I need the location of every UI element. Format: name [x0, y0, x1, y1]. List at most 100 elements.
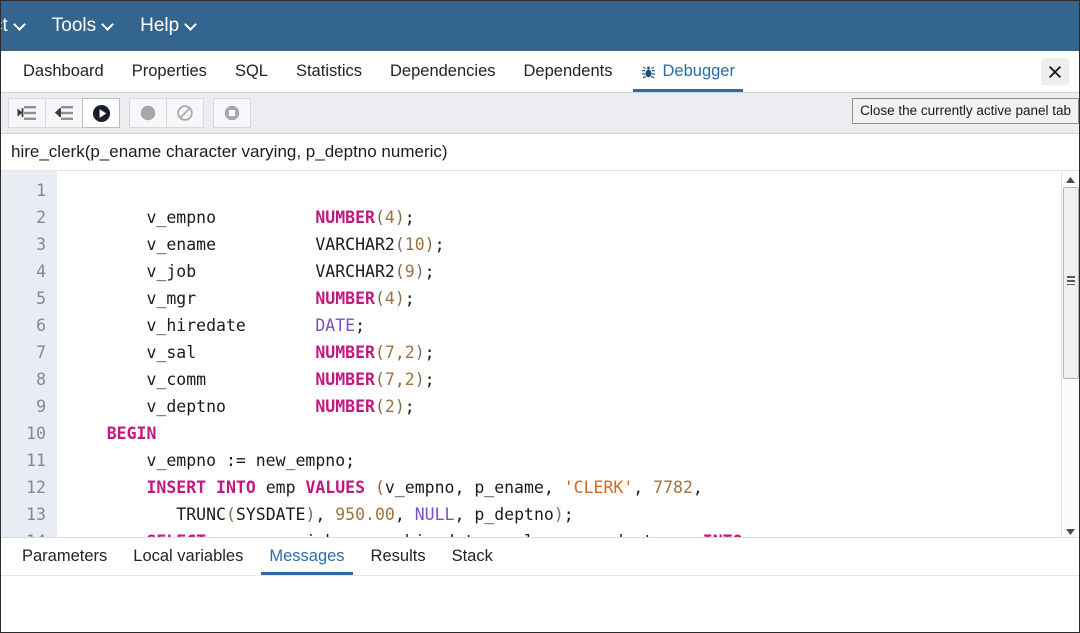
tab-dashboard-label: Dashboard — [23, 62, 104, 81]
tab-properties[interactable]: Properties — [118, 51, 221, 92]
code-token: v_empno, p_ename, — [385, 478, 564, 497]
code-line: v_empno := new_empno; — [67, 447, 1079, 474]
line-number: 8 — [1, 366, 46, 393]
pgadmin-debugger-window: ct Tools Help Dashboard Properties SQL S… — [0, 0, 1080, 633]
messages-output: Inserting employee 8003 ..New salary: 95… — [1, 576, 1079, 633]
chevron-down-icon — [15, 19, 26, 30]
tab-local-variables[interactable]: Local variables — [120, 538, 256, 575]
editor-vertical-scrollbar[interactable] — [1061, 171, 1079, 537]
tab-debugger-label: Debugger — [663, 62, 735, 81]
code-token — [67, 532, 146, 537]
line-number: 9 — [1, 393, 46, 420]
code-editor-panel: 1234567891011121314 v_empno NUMBER(4); v… — [1, 171, 1079, 538]
code-token: VALUES — [305, 478, 365, 497]
line-number: 10 — [1, 420, 46, 447]
scrollbar-grip — [1067, 276, 1075, 285]
line-number: 5 — [1, 285, 46, 312]
code-token: v_hiredate — [67, 316, 315, 335]
line-number: 12 — [1, 474, 46, 501]
code-token: v_ename — [67, 235, 315, 254]
chevron-down-icon — [103, 19, 114, 30]
code-token: ) — [305, 505, 315, 524]
code-token: VARCHAR2 — [315, 235, 394, 254]
code-token: , — [693, 478, 703, 497]
code-line: v_hiredate DATE; — [67, 312, 1079, 339]
code-token: ; — [425, 343, 435, 362]
tab-sql-label: SQL — [235, 62, 268, 81]
code-token: ( — [365, 478, 385, 497]
menu-item-object[interactable]: ct — [0, 11, 39, 41]
tab-dependents[interactable]: Dependents — [510, 51, 627, 92]
code-token: ; — [425, 262, 435, 281]
line-number: 2 — [1, 204, 46, 231]
tab-stack[interactable]: Stack — [439, 538, 506, 575]
code-token: , — [395, 370, 405, 389]
code-token: ( — [375, 343, 385, 362]
line-number: 14 — [1, 528, 46, 538]
tab-sql[interactable]: SQL — [221, 51, 282, 92]
bug-icon — [641, 65, 656, 80]
code-token: , — [395, 343, 405, 362]
code-content[interactable]: v_empno NUMBER(4); v_ename VARCHAR2(10);… — [57, 171, 1079, 537]
code-token: 9 — [405, 262, 415, 281]
code-token: BEGIN — [107, 424, 157, 443]
scrollbar-thumb[interactable] — [1063, 187, 1079, 379]
step-into-button[interactable] — [8, 98, 46, 128]
tab-dependencies[interactable]: Dependencies — [376, 51, 510, 92]
stop-button[interactable] — [213, 98, 251, 128]
close-panel-tab-button[interactable] — [1041, 58, 1069, 85]
tab-statistics[interactable]: Statistics — [282, 51, 376, 92]
menu-item-tools[interactable]: Tools — [39, 11, 127, 41]
code-line: TRUNC(SYSDATE), 950.00, NULL, p_deptno); — [67, 501, 1079, 528]
tab-results-label: Results — [371, 547, 426, 566]
main-menu-bar: ct Tools Help — [1, 1, 1079, 51]
code-token: NUMBER — [315, 370, 375, 389]
line-number: 6 — [1, 312, 46, 339]
code-token: ) — [395, 208, 405, 227]
code-token: ; — [564, 505, 574, 524]
code-token: 7782 — [653, 478, 693, 497]
continue-button[interactable] — [82, 98, 120, 128]
line-number: 13 — [1, 501, 46, 528]
toggle-breakpoint-button[interactable] — [129, 98, 167, 128]
line-number: 1 — [1, 177, 46, 204]
scroll-up-arrow-icon[interactable] — [1065, 173, 1076, 184]
code-line: v_mgr NUMBER(4); — [67, 285, 1079, 312]
code-token — [67, 478, 146, 497]
close-icon — [1048, 65, 1062, 79]
code-token: DATE — [315, 316, 355, 335]
code-line: INSERT INTO emp VALUES (v_empno, p_ename… — [67, 474, 1079, 501]
code-token: 4 — [385, 289, 395, 308]
tab-results[interactable]: Results — [358, 538, 439, 575]
tab-messages-label: Messages — [269, 547, 344, 566]
code-token: VARCHAR2 — [315, 262, 394, 281]
tab-stack-label: Stack — [452, 547, 493, 566]
tab-dashboard[interactable]: Dashboard — [9, 51, 118, 92]
menu-item-object-label: ct — [0, 15, 8, 37]
line-number: 3 — [1, 231, 46, 258]
scroll-down-arrow-icon[interactable] — [1065, 524, 1076, 535]
code-line: BEGIN — [67, 420, 1079, 447]
code-token — [67, 424, 107, 443]
code-token: NULL — [415, 505, 455, 524]
step-over-button[interactable] — [45, 98, 83, 128]
tab-debugger[interactable]: Debugger — [627, 51, 749, 92]
code-editor[interactable]: 1234567891011121314 v_empno NUMBER(4); v… — [1, 171, 1079, 537]
tab-messages[interactable]: Messages — [256, 538, 357, 575]
tab-parameters[interactable]: Parameters — [9, 538, 120, 575]
line-number-gutter: 1234567891011121314 — [1, 171, 57, 537]
code-token: SYSDATE — [236, 505, 306, 524]
code-token: ( — [375, 208, 385, 227]
code-token: ) — [415, 370, 425, 389]
code-token: emp — [256, 478, 306, 497]
code-line: v_empno NUMBER(4); — [67, 204, 1079, 231]
code-token: ( — [375, 397, 385, 416]
function-signature: hire_clerk(p_ename character varying, p_… — [1, 134, 1079, 171]
menu-item-help[interactable]: Help — [127, 11, 210, 41]
code-token: , — [633, 478, 653, 497]
code-token: 7 — [385, 370, 395, 389]
code-token: INSERT INTO — [146, 478, 255, 497]
code-token: , — [315, 505, 335, 524]
stop-button-group — [213, 98, 250, 128]
clear-all-breakpoints-button[interactable] — [166, 98, 204, 128]
